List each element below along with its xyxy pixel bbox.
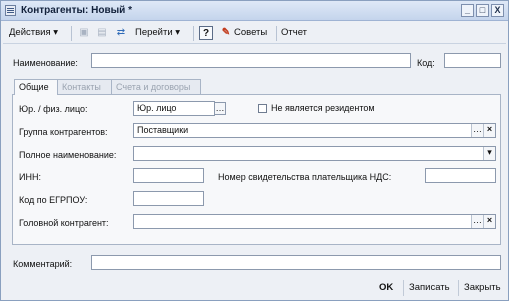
head-select-button[interactable]: …: [471, 215, 483, 228]
ok-button[interactable]: OK: [379, 281, 393, 295]
name-label: Наименование:: [13, 58, 78, 68]
fullname-dropdown-icon[interactable]: ▾: [483, 147, 495, 160]
goto-menu[interactable]: Перейти ▾: [135, 26, 180, 40]
chevron-down-icon: ▾: [175, 27, 181, 38]
group-label: Группа контрагентов:: [19, 127, 108, 137]
group-select-button[interactable]: …: [471, 124, 483, 137]
name-input[interactable]: [91, 53, 411, 68]
nonresident-label: Не является резидентом: [271, 103, 375, 113]
window-title: Контрагенты: Новый *: [21, 5, 132, 16]
toolbar: Действия ▾ ▣ ▤ ⇄ Перейти ▾ ? ✎ Советы От…: [3, 23, 506, 44]
code-input[interactable]: [444, 53, 501, 68]
minimize-button[interactable]: _: [461, 4, 474, 17]
form-icon: [5, 5, 16, 16]
egrpou-input[interactable]: [133, 191, 204, 206]
legal-select-button[interactable]: …: [214, 102, 226, 115]
actions-label: Действия: [9, 27, 51, 38]
tips-icon[interactable]: ✎: [219, 26, 233, 40]
chevron-down-icon: ▾: [53, 27, 59, 38]
close-window-button[interactable]: X: [491, 4, 504, 17]
title-bar[interactable]: Контрагенты: Новый * _ □ X: [1, 1, 508, 21]
inn-label: ИНН:: [19, 172, 41, 182]
button-separator: [403, 280, 404, 296]
head-contractor-field[interactable]: [133, 214, 496, 229]
help-button[interactable]: ?: [199, 26, 213, 40]
group-clear-button[interactable]: ×: [483, 124, 495, 137]
maximize-button[interactable]: □: [476, 4, 489, 17]
tab-contacts[interactable]: Контакты: [57, 79, 112, 94]
refresh-icon[interactable]: ⇄: [114, 26, 128, 40]
save-button[interactable]: Записать: [409, 281, 450, 295]
report-button[interactable]: Отчет: [281, 26, 307, 40]
tab-general[interactable]: Общие: [14, 79, 58, 95]
code-label: Код:: [417, 58, 435, 68]
group-field[interactable]: Поставщики: [133, 123, 496, 138]
tips-button[interactable]: Советы: [234, 26, 267, 40]
actions-menu[interactable]: Действия ▾: [9, 26, 58, 40]
vat-input[interactable]: [425, 168, 496, 183]
legal-label: Юр. / физ. лицо:: [19, 104, 88, 114]
fullname-label: Полное наименование:: [19, 150, 117, 160]
vat-label: Номер свидетельства плательщика НДС:: [218, 172, 392, 182]
bottom-bar: OK Записать Закрыть: [1, 276, 508, 300]
fullname-field[interactable]: [133, 146, 496, 161]
toolbar-separator: [193, 26, 194, 41]
comment-label: Комментарий:: [13, 259, 73, 269]
toolbar-separator: [276, 26, 277, 41]
copy-icon[interactable]: ▣: [77, 26, 91, 40]
nonresident-checkbox[interactable]: [258, 104, 267, 113]
edit-icon[interactable]: ▤: [95, 26, 109, 40]
head-contractor-label: Головной контрагент:: [19, 218, 109, 228]
general-tab-panel: Юр. / физ. лицо: Юр. лицо … Не является …: [12, 94, 501, 245]
goto-label: Перейти: [135, 27, 173, 38]
egrpou-label: Код по ЕГРПОУ:: [19, 195, 88, 205]
button-separator: [458, 280, 459, 296]
inn-input[interactable]: [133, 168, 204, 183]
comment-input[interactable]: [91, 255, 501, 270]
toolbar-separator: [71, 26, 72, 41]
head-clear-button[interactable]: ×: [483, 215, 495, 228]
legal-type-field[interactable]: Юр. лицо: [133, 101, 215, 116]
form-window: Контрагенты: Новый * _ □ X Действия ▾ ▣ …: [0, 0, 509, 301]
tab-accounts[interactable]: Счета и договоры: [111, 79, 201, 94]
close-button[interactable]: Закрыть: [464, 281, 501, 295]
